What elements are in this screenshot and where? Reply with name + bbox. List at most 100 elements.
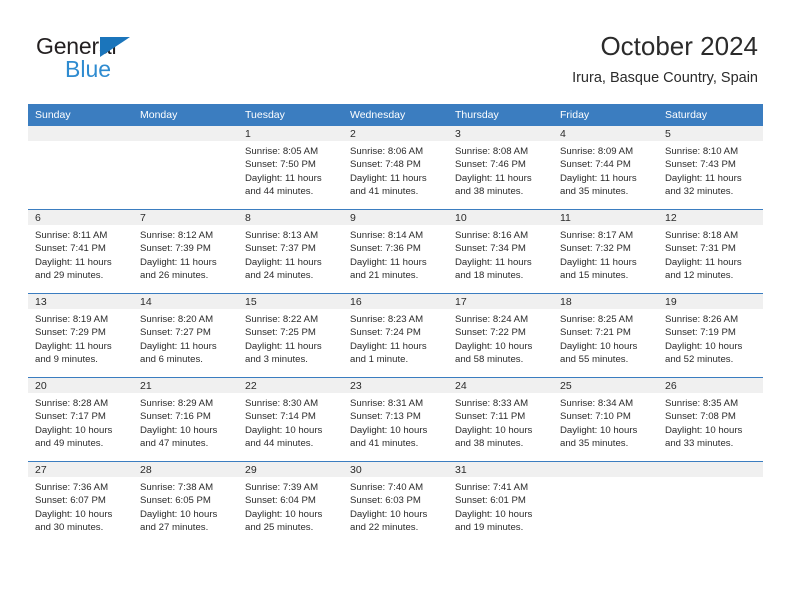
weekday-header-friday: Friday xyxy=(553,104,658,126)
week-row: 6 Sunrise: 8:11 AM Sunset: 7:41 PM Daylight… xyxy=(28,209,763,294)
day-cell[interactable]: 12 Sunrise: 8:18 AM Sunset: 7:31 PM Dayligh… xyxy=(658,209,763,294)
day-cell[interactable]: 26 Sunrise: 8:35 AM Sunset: 7:08 PM Dayligh… xyxy=(658,377,763,462)
day-cell[interactable]: 27 Sunrise: 7:36 AM Sunset: 6:07 PM Dayligh… xyxy=(28,461,133,545)
day-cell[interactable]: 31 Sunrise: 7:41 AM Sunset: 6:01 PM Dayligh… xyxy=(448,461,553,545)
day-number: 20 xyxy=(28,378,133,393)
day-number: 16 xyxy=(343,294,448,309)
day-cell[interactable]: 2 Sunrise: 8:06 AM Sunset: 7:48 PM Daylight… xyxy=(343,126,448,210)
day-number: 21 xyxy=(133,378,238,393)
day-cell[interactable]: 9 Sunrise: 8:14 AM Sunset: 7:36 PM Daylight… xyxy=(343,209,448,294)
sunrise-text: Sunrise: 7:41 AM xyxy=(455,482,529,493)
day-cell[interactable]: 11 Sunrise: 8:17 AM Sunset: 7:32 PM Dayligh… xyxy=(553,209,658,294)
day-cell[interactable]: 8 Sunrise: 8:13 AM Sunset: 7:37 PM Daylight… xyxy=(238,209,343,294)
day-details: Sunrise: 8:09 AM Sunset: 7:44 PM Daylight:… xyxy=(553,141,658,199)
day-number xyxy=(28,126,133,141)
day-details: Sunrise: 7:40 AM Sunset: 6:03 PM Daylight:… xyxy=(343,477,448,535)
week-row: 13 Sunrise: 8:19 AM Sunset: 7:29 PM Dayligh… xyxy=(28,293,763,378)
daylight-text: Daylight: 11 hours and 1 minute. xyxy=(350,340,427,366)
sunrise-text: Sunrise: 8:08 AM xyxy=(455,146,529,157)
day-cell[interactable]: 14 Sunrise: 8:20 AM Sunset: 7:27 PM Dayligh… xyxy=(133,293,238,378)
logo-triangle-icon xyxy=(100,37,130,57)
sunrise-text: Sunrise: 8:34 AM xyxy=(560,398,634,409)
day-number: 31 xyxy=(448,462,553,477)
day-cell[interactable]: 5 Sunrise: 8:10 AM Sunset: 7:43 PM Daylight… xyxy=(658,126,763,210)
day-cell[interactable]: 19 Sunrise: 8:26 AM Sunset: 7:19 PM Dayligh… xyxy=(658,293,763,378)
day-details: Sunrise: 8:17 AM Sunset: 7:32 PM Daylight:… xyxy=(553,225,658,283)
day-cell[interactable]: 10 Sunrise: 8:16 AM Sunset: 7:34 PM Dayligh… xyxy=(448,209,553,294)
day-cell[interactable]: 29 Sunrise: 7:39 AM Sunset: 6:04 PM Dayligh… xyxy=(238,461,343,545)
sunset-text: Sunset: 7:19 PM xyxy=(665,327,736,339)
day-cell[interactable]: 3 Sunrise: 8:08 AM Sunset: 7:46 PM Daylight… xyxy=(448,126,553,210)
sunrise-text: Sunrise: 8:26 AM xyxy=(665,314,739,325)
day-cell[interactable]: 24 Sunrise: 8:33 AM Sunset: 7:11 PM Dayligh… xyxy=(448,377,553,462)
sunset-text: Sunset: 7:16 PM xyxy=(140,411,211,423)
day-cell[interactable]: 16 Sunrise: 8:23 AM Sunset: 7:24 PM Dayligh… xyxy=(343,293,448,378)
sunset-text: Sunset: 7:27 PM xyxy=(140,327,211,339)
sunset-text: Sunset: 7:13 PM xyxy=(350,411,421,423)
day-cell[interactable]: 17 Sunrise: 8:24 AM Sunset: 7:22 PM Dayligh… xyxy=(448,293,553,378)
page-subtitle: Irura, Basque Country, Spain xyxy=(572,70,758,86)
sunrise-text: Sunrise: 8:10 AM xyxy=(665,146,739,157)
day-cell[interactable]: 7 Sunrise: 8:12 AM Sunset: 7:39 PM Daylight… xyxy=(133,209,238,294)
day-number xyxy=(133,126,238,141)
day-cell[interactable]: 30 Sunrise: 7:40 AM Sunset: 6:03 PM Dayligh… xyxy=(343,461,448,545)
day-number: 26 xyxy=(658,378,763,393)
day-cell[interactable]: 20 Sunrise: 8:28 AM Sunset: 7:17 PM Dayligh… xyxy=(28,377,133,462)
day-cell[interactable]: 28 Sunrise: 7:38 AM Sunset: 6:05 PM Dayligh… xyxy=(133,461,238,545)
weekday-header-sunday: Sunday xyxy=(28,104,133,126)
sunrise-text: Sunrise: 8:22 AM xyxy=(245,314,319,325)
day-details: Sunrise: 7:36 AM Sunset: 6:07 PM Daylight:… xyxy=(28,477,133,535)
daylight-text: Daylight: 11 hours and 12 minutes. xyxy=(665,256,742,282)
day-number: 3 xyxy=(448,126,553,141)
daylight-text: Daylight: 10 hours and 52 minutes. xyxy=(665,340,743,366)
daylight-text: Daylight: 10 hours and 22 minutes. xyxy=(350,508,428,534)
day-number: 10 xyxy=(448,210,553,225)
day-number: 29 xyxy=(238,462,343,477)
sunrise-text: Sunrise: 8:14 AM xyxy=(350,230,424,241)
day-cell[interactable]: 22 Sunrise: 8:30 AM Sunset: 7:14 PM Dayligh… xyxy=(238,377,343,462)
daylight-text: Daylight: 11 hours and 15 minutes. xyxy=(560,256,637,282)
day-cell[interactable]: 13 Sunrise: 8:19 AM Sunset: 7:29 PM Dayligh… xyxy=(28,293,133,378)
day-details: Sunrise: 8:11 AM Sunset: 7:41 PM Daylight:… xyxy=(28,225,133,283)
day-cell[interactable]: 21 Sunrise: 8:29 AM Sunset: 7:16 PM Dayligh… xyxy=(133,377,238,462)
day-number: 24 xyxy=(448,378,553,393)
sunset-text: Sunset: 7:43 PM xyxy=(665,159,736,171)
day-number: 7 xyxy=(133,210,238,225)
day-cell-empty xyxy=(28,126,133,210)
sunset-text: Sunset: 7:44 PM xyxy=(560,159,631,171)
day-details: Sunrise: 8:05 AM Sunset: 7:50 PM Daylight:… xyxy=(238,141,343,199)
day-cell[interactable]: 4 Sunrise: 8:09 AM Sunset: 7:44 PM Daylight… xyxy=(553,126,658,210)
daylight-text: Daylight: 10 hours and 55 minutes. xyxy=(560,340,638,366)
sunrise-text: Sunrise: 8:12 AM xyxy=(140,230,214,241)
sunset-text: Sunset: 7:37 PM xyxy=(245,243,316,255)
daylight-text: Daylight: 10 hours and 25 minutes. xyxy=(245,508,323,534)
day-number: 28 xyxy=(133,462,238,477)
day-cell[interactable]: 18 Sunrise: 8:25 AM Sunset: 7:21 PM Dayligh… xyxy=(553,293,658,378)
week-row: 20 Sunrise: 8:28 AM Sunset: 7:17 PM Dayligh… xyxy=(28,377,763,462)
day-cell[interactable]: 6 Sunrise: 8:11 AM Sunset: 7:41 PM Daylight… xyxy=(28,209,133,294)
day-number: 15 xyxy=(238,294,343,309)
sunrise-text: Sunrise: 7:39 AM xyxy=(245,482,319,493)
day-cell[interactable]: 23 Sunrise: 8:31 AM Sunset: 7:13 PM Dayligh… xyxy=(343,377,448,462)
sunset-text: Sunset: 7:21 PM xyxy=(560,327,631,339)
day-number: 11 xyxy=(553,210,658,225)
day-details: Sunrise: 8:25 AM Sunset: 7:21 PM Daylight:… xyxy=(553,309,658,367)
sunrise-text: Sunrise: 8:31 AM xyxy=(350,398,424,409)
day-number: 19 xyxy=(658,294,763,309)
day-details: Sunrise: 8:31 AM Sunset: 7:13 PM Daylight:… xyxy=(343,393,448,451)
sunrise-text: Sunrise: 8:20 AM xyxy=(140,314,214,325)
sunrise-text: Sunrise: 8:30 AM xyxy=(245,398,319,409)
day-cell[interactable]: 15 Sunrise: 8:22 AM Sunset: 7:25 PM Dayligh… xyxy=(238,293,343,378)
day-number xyxy=(553,462,658,477)
sunset-text: Sunset: 7:50 PM xyxy=(245,159,316,171)
day-cell[interactable]: 1 Sunrise: 8:05 AM Sunset: 7:50 PM Daylight… xyxy=(238,126,343,210)
daylight-text: Daylight: 11 hours and 18 minutes. xyxy=(455,256,532,282)
day-number: 2 xyxy=(343,126,448,141)
day-cell[interactable]: 25 Sunrise: 8:34 AM Sunset: 7:10 PM Dayligh… xyxy=(553,377,658,462)
sunrise-text: Sunrise: 8:11 AM xyxy=(35,230,108,241)
sunset-text: Sunset: 7:36 PM xyxy=(350,243,421,255)
sunset-text: Sunset: 6:03 PM xyxy=(350,495,421,507)
generalblue-logo: General Blue xyxy=(36,34,236,84)
day-number: 14 xyxy=(133,294,238,309)
day-number: 22 xyxy=(238,378,343,393)
